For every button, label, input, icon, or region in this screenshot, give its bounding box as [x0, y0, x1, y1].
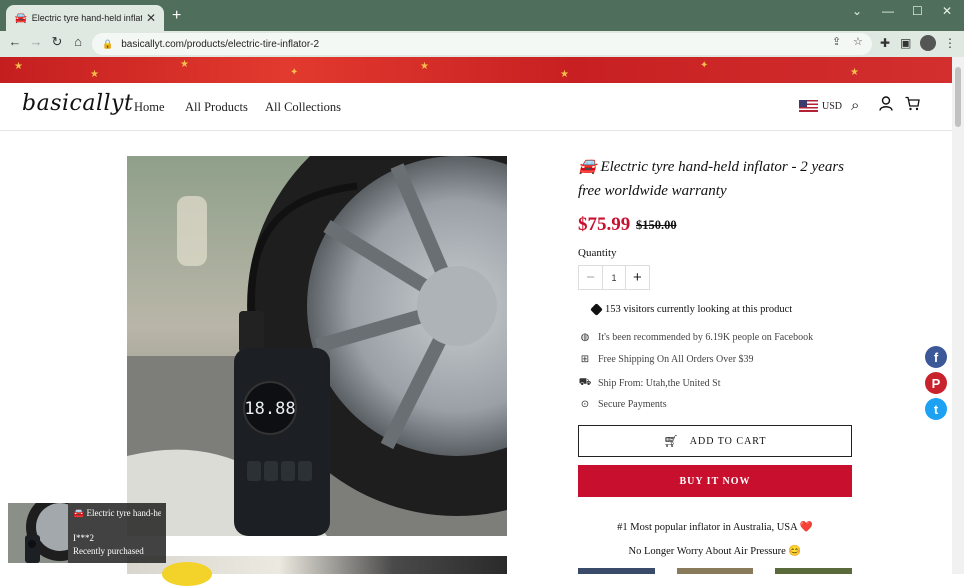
- visitors-text: 153 visitors currently looking at this p…: [605, 304, 793, 315]
- facebook-icon[interactable]: f: [925, 346, 947, 368]
- currency-selector[interactable]: USD: [799, 100, 842, 112]
- promo-line-2: No Longer Worry About Air Pressure 😊: [628, 546, 802, 557]
- account-icon[interactable]: [879, 96, 893, 115]
- buy-now-label: BUY IT NOW: [679, 475, 751, 487]
- profile-avatar[interactable]: [920, 35, 936, 51]
- cart-icon[interactable]: [905, 96, 920, 115]
- feature-text: It's been recommended by 6.19K people on…: [598, 332, 814, 343]
- popup-buyer: I***2: [73, 533, 94, 543]
- quantity-increase-button[interactable]: +: [626, 266, 649, 289]
- globe-icon: ◍: [580, 332, 590, 343]
- promo-line-1: #1 Most popular inflator in Australia, U…: [617, 522, 813, 533]
- maximize-button[interactable]: ☐: [912, 4, 923, 18]
- eye-icon: [590, 303, 603, 316]
- popup-status: Recently purchased: [73, 546, 144, 556]
- back-icon[interactable]: ←: [6, 34, 24, 49]
- product-image-main[interactable]: 18.88: [127, 156, 507, 536]
- feature-recommended: ◍ It's been recommended by 6.19K people …: [578, 332, 813, 343]
- feature-ship-from: ⛟ Ship From: Utah,the United St: [578, 377, 721, 390]
- tab-strip: 🚘 Electric tyre hand-held inflator ✕ + ⌄…: [0, 0, 964, 31]
- browser-tab[interactable]: 🚘 Electric tyre hand-held inflator ✕: [6, 5, 164, 31]
- add-to-cart-label: ADD TO CART: [689, 435, 767, 447]
- feature-secure: ⊙ Secure Payments: [578, 399, 667, 410]
- nav-all-collections[interactable]: All Collections: [265, 100, 341, 115]
- lock-icon: 🔒: [102, 38, 114, 49]
- buy-now-button[interactable]: BUY IT NOW: [578, 465, 852, 497]
- quantity-stepper: − 1 +: [578, 265, 650, 290]
- home-icon[interactable]: ⌂: [69, 34, 87, 49]
- feature-text: Secure Payments: [598, 399, 667, 410]
- feature-shipping: ⊞ Free Shipping On All Orders Over $39: [578, 354, 754, 365]
- compare-price: $150.00: [636, 218, 677, 232]
- pinterest-icon[interactable]: P: [925, 372, 947, 394]
- device-display-readout: 18.88: [244, 399, 295, 419]
- address-bar[interactable]: 🔒 basicallyt.com/products/electric-tire-…: [92, 33, 872, 55]
- bookmark-star-icon[interactable]: ☆: [853, 35, 863, 48]
- review-thumbnail[interactable]: [578, 568, 655, 574]
- visitors-counter: 153 visitors currently looking at this p…: [590, 303, 793, 316]
- tab-title: Electric tyre hand-held inflator: [31, 13, 142, 23]
- quantity-input[interactable]: 1: [602, 266, 626, 289]
- review-thumbnail[interactable]: [775, 568, 853, 574]
- search-icon[interactable]: ⌕: [851, 96, 859, 114]
- truck-icon: ⛟: [578, 377, 592, 388]
- quantity-label: Quantity: [578, 247, 617, 259]
- menu-icon[interactable]: ⋮: [944, 36, 956, 50]
- tab-favicon: 🚘: [14, 12, 28, 24]
- scrollbar-thumb[interactable]: [955, 67, 961, 127]
- lock-icon: ⊙: [580, 399, 590, 410]
- store-logo[interactable]: basicallyt: [22, 91, 133, 116]
- cart-icon: 🛒︎: [663, 434, 680, 448]
- feature-text: Ship From: Utah,the United St: [598, 378, 721, 389]
- extensions-icon[interactable]: ✚: [880, 36, 890, 50]
- nav-all-products[interactable]: All Products: [185, 100, 248, 115]
- url-text: basicallyt.com/products/electric-tire-in…: [121, 38, 320, 50]
- quantity-decrease-button[interactable]: −: [579, 266, 602, 289]
- tab-close-icon[interactable]: ✕: [146, 11, 156, 25]
- minimize-button[interactable]: —: [882, 4, 894, 18]
- product-title: 🚘 Electric tyre hand-held inflator - 2 y…: [578, 155, 848, 203]
- recent-purchase-popup[interactable]: 🚘 Electric tyre hand-held inflator I***2…: [8, 503, 166, 563]
- gift-icon: ⊞: [580, 354, 590, 365]
- reload-icon[interactable]: ↻: [48, 34, 66, 50]
- review-thumbnails: [578, 568, 853, 574]
- side-panel-icon[interactable]: ▣: [900, 36, 911, 50]
- share-icon[interactable]: ⇪: [832, 35, 841, 48]
- browser-frame: 🚘 Electric tyre hand-held inflator ✕ + ⌄…: [0, 0, 964, 57]
- us-flag-icon: [799, 100, 818, 112]
- nav-home[interactable]: Home: [134, 100, 165, 115]
- close-window-button[interactable]: ✕: [942, 4, 952, 18]
- popup-title: 🚘 Electric tyre hand-held inflator: [73, 508, 161, 518]
- page-scrollbar[interactable]: [952, 57, 964, 574]
- sale-price: $75.99: [578, 214, 631, 235]
- popup-product-thumbnail: [8, 503, 68, 563]
- browser-toolbar: ← → ↻ ⌂ 🔒 basicallyt.com/products/electr…: [0, 31, 964, 57]
- currency-label: USD: [822, 100, 843, 112]
- twitter-icon[interactable]: t: [925, 398, 947, 420]
- product-title-text: Electric tyre hand-held inflator - 2 yea…: [578, 159, 844, 199]
- store-header: basicallyt Home All Products All Collect…: [0, 83, 952, 131]
- car-emoji-icon: 🚘: [578, 159, 597, 175]
- add-to-cart-button[interactable]: 🛒︎ ADD TO CART: [578, 425, 852, 457]
- review-thumbnail[interactable]: [676, 568, 754, 574]
- feature-text: Free Shipping On All Orders Over $39: [598, 354, 754, 365]
- forward-icon[interactable]: →: [27, 34, 45, 49]
- decorative-flower: [162, 562, 212, 586]
- tab-search-icon[interactable]: ⌄: [852, 4, 862, 18]
- new-tab-button[interactable]: +: [172, 7, 181, 25]
- promo-banner: ★ ★ ★ ✦ ★ ★ ✦ ★: [0, 57, 952, 83]
